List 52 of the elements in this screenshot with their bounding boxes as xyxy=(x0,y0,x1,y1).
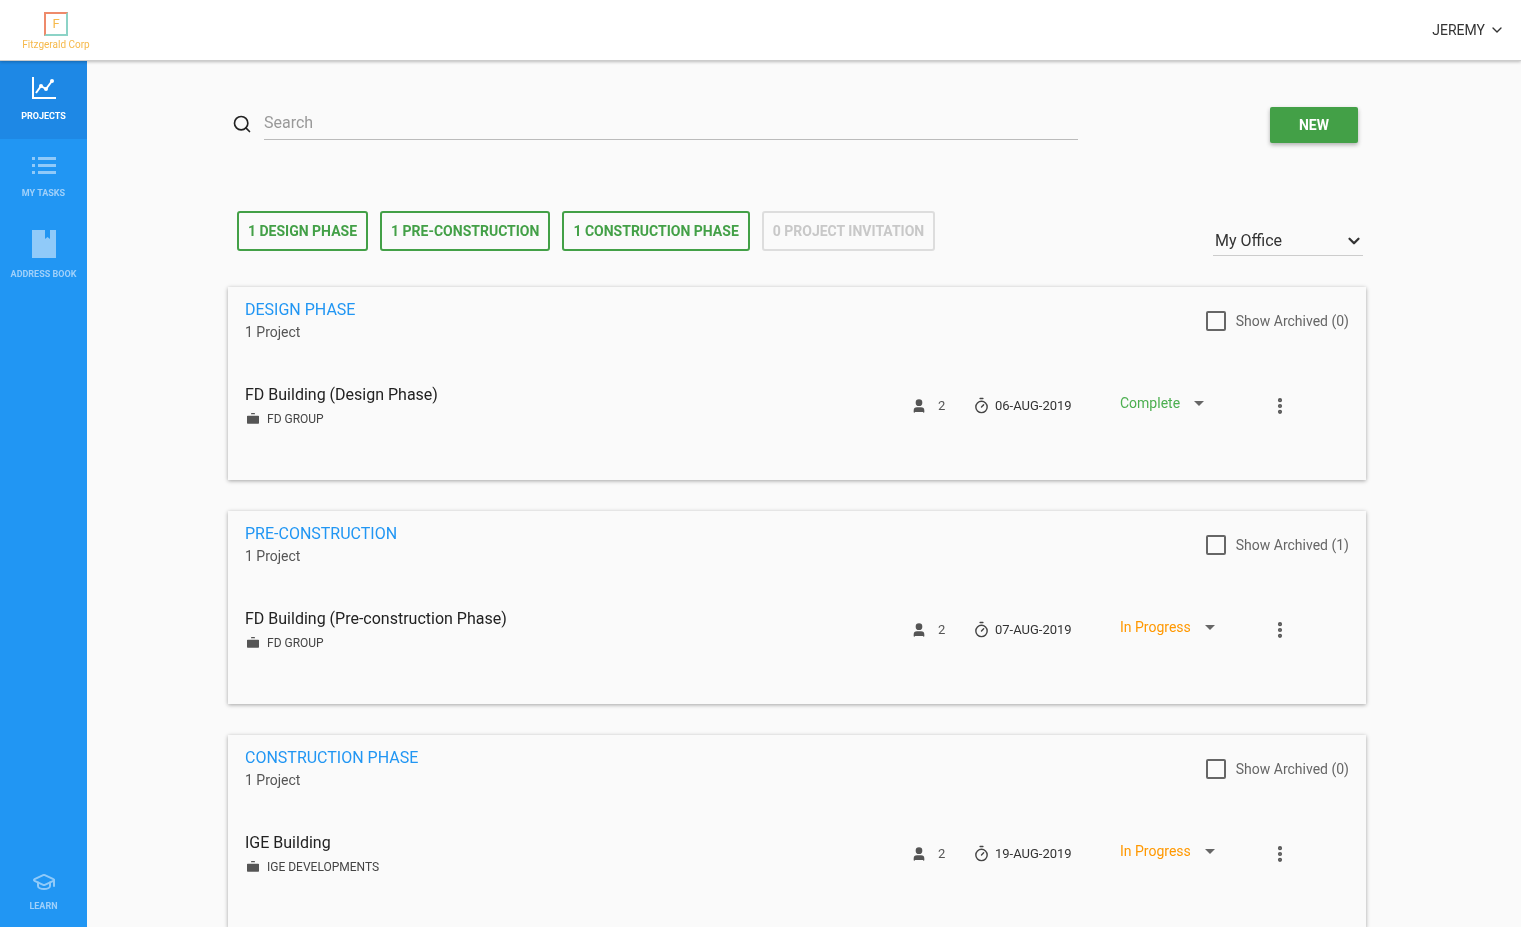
caret-icon xyxy=(1194,401,1205,406)
search-field[interactable]: Search xyxy=(228,107,1078,140)
line-chart-icon xyxy=(30,76,57,101)
filter-chip[interactable]: 1 CONSTRUCTION PHASE xyxy=(562,211,750,251)
search-icon xyxy=(232,113,252,134)
book-icon xyxy=(31,230,56,259)
sidebar-item[interactable]: MY TASKS xyxy=(0,139,87,217)
logo-icon: F xyxy=(44,12,68,36)
briefcase-icon xyxy=(245,411,261,427)
status-dropdown[interactable]: In Progress xyxy=(1120,617,1240,638)
show-archived-checkbox[interactable]: Show Archived (1) xyxy=(1205,523,1349,567)
sidebar-item[interactable]: PROJECTS xyxy=(0,61,87,139)
group-name: FD GROUP xyxy=(267,411,324,428)
stopwatch-icon xyxy=(973,397,990,414)
sidebar-item[interactable]: ADDRESS BOOK xyxy=(0,217,87,295)
stopwatch-icon xyxy=(973,845,990,862)
show-archived-checkbox[interactable]: Show Archived (0) xyxy=(1205,747,1349,791)
user-menu[interactable]: JEREMY xyxy=(1432,19,1505,41)
project-name[interactable]: FD Building (Design Phase) xyxy=(245,383,911,407)
office-select[interactable]: My Office xyxy=(1213,229,1363,256)
project-count: 1 Project xyxy=(245,771,302,790)
due-date: 06-AUG-2019 xyxy=(995,396,1073,415)
section-title: CONSTRUCTION PHASE xyxy=(245,747,419,769)
briefcase-icon xyxy=(245,635,261,651)
project-count: 1 Project xyxy=(245,323,302,342)
filter-chip[interactable]: 1 PRE-CONSTRUCTION xyxy=(380,211,551,251)
member-count: 2 xyxy=(938,844,947,863)
stopwatch-icon xyxy=(973,621,990,638)
group-name: FD GROUP xyxy=(267,635,324,652)
section-title: PRE-CONSTRUCTION xyxy=(245,523,398,545)
sidebar-item[interactable]: LEARN xyxy=(0,857,87,927)
person-icon xyxy=(911,397,927,414)
person-icon xyxy=(911,621,927,638)
member-count: 2 xyxy=(938,620,947,639)
caret-icon xyxy=(1204,849,1215,854)
status-dropdown[interactable]: Complete xyxy=(1120,393,1240,414)
company-name: Fitzgerald Corp xyxy=(22,38,90,52)
person-icon xyxy=(911,845,927,862)
project-name[interactable]: FD Building (Pre-construction Phase) xyxy=(245,607,911,631)
show-archived-checkbox[interactable]: Show Archived (0) xyxy=(1205,299,1349,343)
status-dropdown[interactable]: In Progress xyxy=(1120,841,1240,862)
due-date: 19-AUG-2019 xyxy=(995,844,1073,863)
project-count: 1 Project xyxy=(245,547,302,566)
section-title: DESIGN PHASE xyxy=(245,299,356,321)
member-count: 2 xyxy=(938,396,947,415)
briefcase-icon xyxy=(245,859,261,875)
new-button[interactable]: NEW xyxy=(1270,107,1358,143)
due-date: 07-AUG-2019 xyxy=(995,620,1073,639)
caret-icon xyxy=(1204,625,1215,630)
group-name: IGE DEVELOPMENTS xyxy=(267,859,380,876)
project-name[interactable]: IGE Building xyxy=(245,831,911,855)
filter-chip[interactable]: 1 DESIGN PHASE xyxy=(237,211,369,251)
